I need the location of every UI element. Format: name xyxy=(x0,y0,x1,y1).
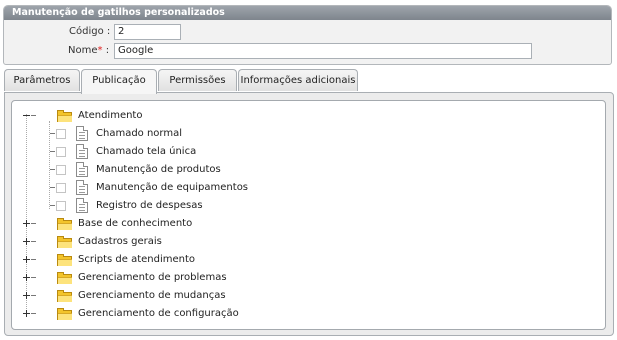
tab-publicacao[interactable]: Publicação xyxy=(81,69,157,94)
tree-leaf-label: Manutenção de produtos xyxy=(96,164,221,175)
nome-label: Nome* : xyxy=(68,45,110,56)
document-icon xyxy=(76,162,88,177)
tree-node-label: Atendimento xyxy=(78,110,143,121)
folder-icon xyxy=(57,110,72,122)
tree-node-atendimento[interactable]: Atendimento xyxy=(12,107,602,125)
expand-icon[interactable] xyxy=(23,274,30,281)
tree-leaf-manutencao-equipamentos[interactable]: Manutenção de equipamentos xyxy=(12,179,602,197)
folder-icon xyxy=(57,272,72,284)
tree-node-label: Scripts de atendimento xyxy=(78,254,196,265)
checkbox[interactable] xyxy=(56,165,66,175)
tree-node-label: Cadastros gerais xyxy=(78,236,162,247)
folder-icon xyxy=(57,236,72,248)
expand-icon[interactable] xyxy=(23,256,30,263)
collapse-icon[interactable] xyxy=(23,112,30,119)
tree-leaf-label: Registro de despesas xyxy=(96,200,203,211)
tree-node-gerenciamento-mudancas[interactable]: Gerenciamento de mudanças xyxy=(12,287,602,305)
tree-leaf-manutencao-produtos[interactable]: Manutenção de produtos xyxy=(12,161,602,179)
tree-leaf-label: Chamado normal xyxy=(96,128,183,139)
tab-parametros[interactable]: Parâmetros xyxy=(4,69,80,91)
document-icon xyxy=(76,198,88,213)
expand-icon[interactable] xyxy=(23,220,30,227)
tree-node-scripts-atendimento[interactable]: Scripts de atendimento xyxy=(12,251,602,269)
tree-leaf-chamado-normal[interactable]: Chamado normal xyxy=(12,125,602,143)
tree-node-label: Gerenciamento de problemas xyxy=(78,272,227,283)
folder-icon xyxy=(57,308,72,320)
tree-leaf-registro-despesas[interactable]: Registro de despesas xyxy=(12,197,602,215)
checkbox[interactable] xyxy=(56,183,66,193)
form-panel: Manutenção de gatilhos personalizados Có… xyxy=(3,5,612,65)
codigo-label: Código : xyxy=(69,26,111,37)
tree-node-label: Base de conhecimento xyxy=(78,218,193,229)
folder-icon xyxy=(57,218,72,230)
tab-permissoes[interactable]: Permissões xyxy=(158,69,237,91)
document-icon xyxy=(76,144,88,159)
panel-title: Manutenção de gatilhos personalizados xyxy=(4,6,611,20)
checkbox[interactable] xyxy=(56,201,66,211)
folder-icon xyxy=(57,254,72,266)
tree-leaf-label: Manutenção de equipamentos xyxy=(96,182,249,193)
tree-node-label: Gerenciamento de configuração xyxy=(78,308,239,319)
expand-icon[interactable] xyxy=(23,292,30,299)
tree-leaf-label: Chamado tela única xyxy=(96,146,197,157)
document-icon xyxy=(76,180,88,195)
checkbox[interactable] xyxy=(56,129,66,139)
tree-view: Atendimento Chamado normal Chamado tela … xyxy=(11,100,606,330)
nome-field[interactable]: Google xyxy=(114,43,532,59)
expand-icon[interactable] xyxy=(23,238,30,245)
tree-node-gerenciamento-configuracao[interactable]: Gerenciamento de configuração xyxy=(12,305,602,323)
expand-icon[interactable] xyxy=(23,310,30,317)
codigo-field[interactable]: 2 xyxy=(114,24,181,40)
tab-content: Atendimento Chamado normal Chamado tela … xyxy=(4,92,614,336)
checkbox[interactable] xyxy=(56,147,66,157)
tree-leaf-chamado-tela-unica[interactable]: Chamado tela única xyxy=(12,143,602,161)
tree-node-gerenciamento-problemas[interactable]: Gerenciamento de problemas xyxy=(12,269,602,287)
tree-node-base-conhecimento[interactable]: Base de conhecimento xyxy=(12,215,602,233)
required-marker: * xyxy=(97,45,103,56)
tab-informacoes-adicionais[interactable]: Informações adicionais xyxy=(238,69,358,91)
document-icon xyxy=(76,126,88,141)
tree-node-label: Gerenciamento de mudanças xyxy=(78,290,226,301)
folder-icon xyxy=(57,290,72,302)
tree-node-cadastros-gerais[interactable]: Cadastros gerais xyxy=(12,233,602,251)
